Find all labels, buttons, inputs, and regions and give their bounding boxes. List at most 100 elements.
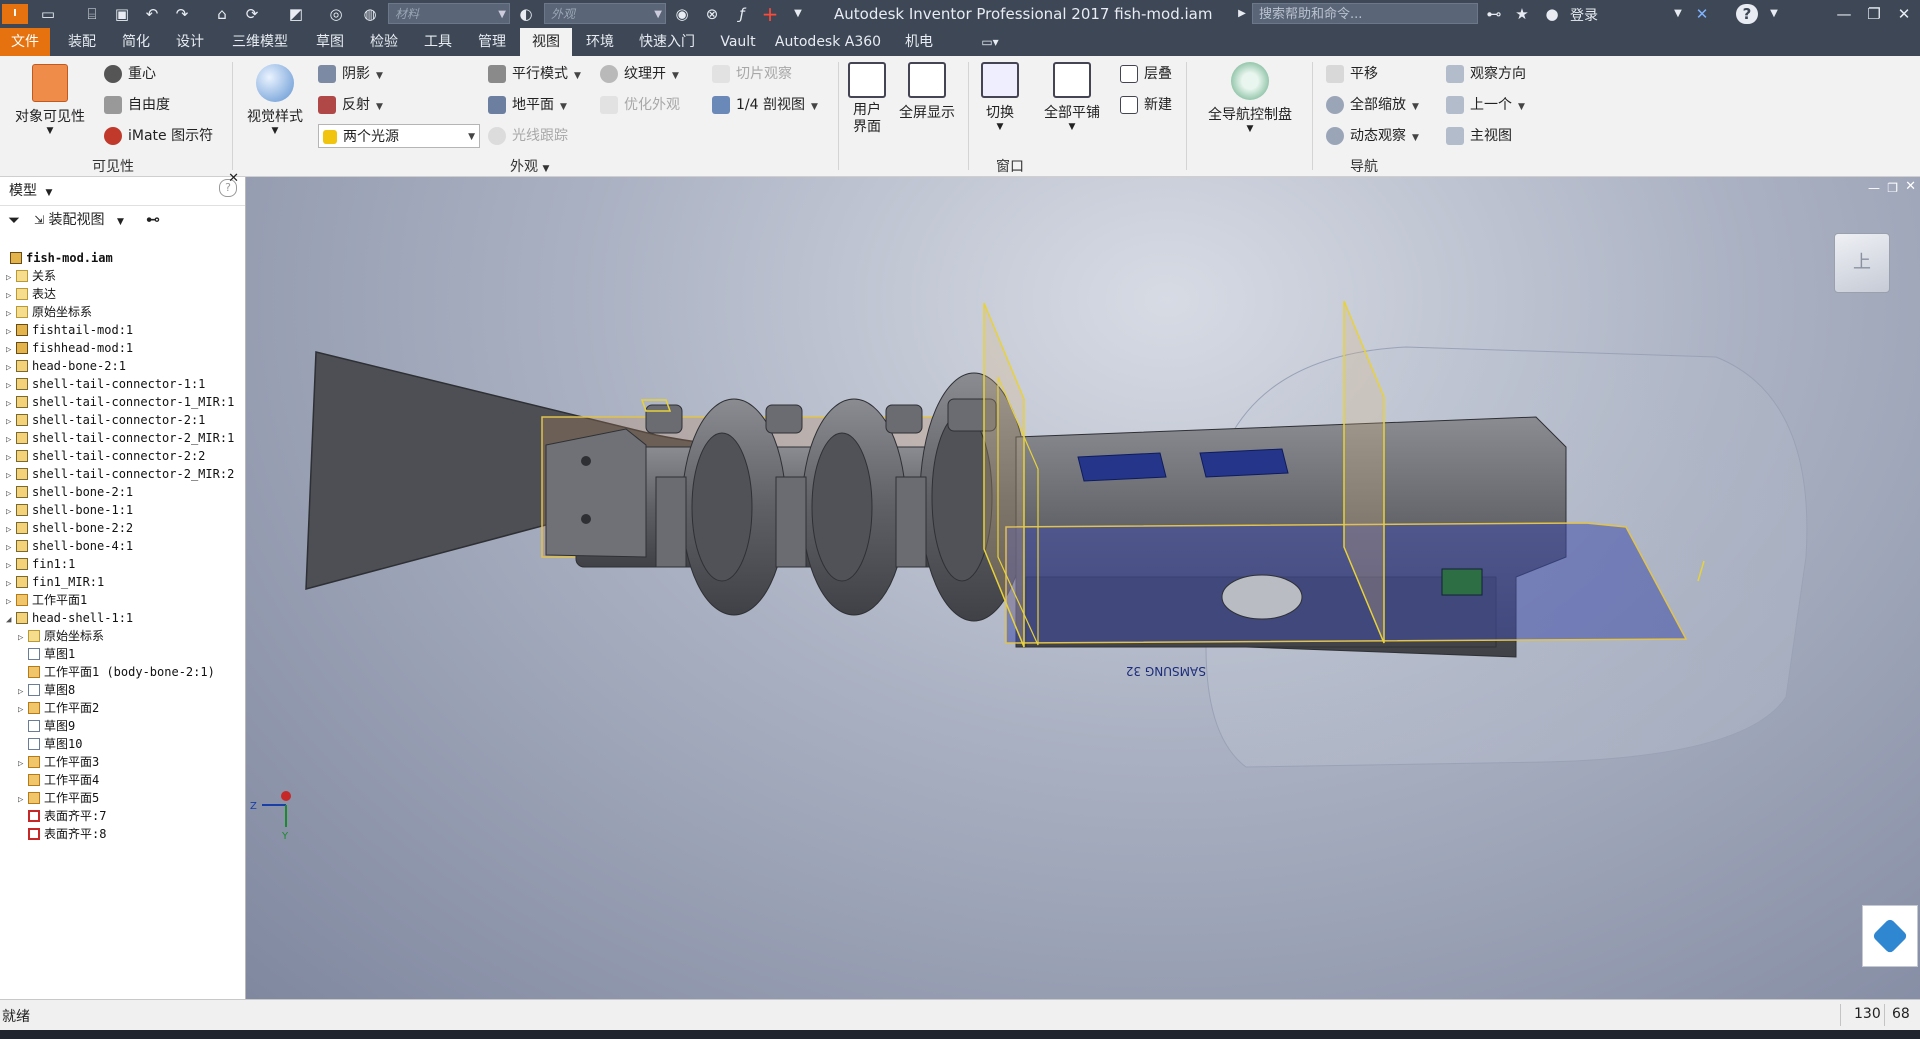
binoculars-icon[interactable]: ⊷	[1484, 4, 1504, 24]
measure-icon[interactable]: ◎	[326, 4, 346, 24]
tree-item[interactable]: ▷ fin1_MIR:1	[6, 573, 104, 591]
zoom-all-button[interactable]: 全部缩放 ▼	[1326, 93, 1419, 117]
tree-item[interactable]: ▷ shell-tail-connector-1:1	[6, 375, 205, 393]
update-icon[interactable]: ⟳	[242, 4, 262, 24]
orthographic-button[interactable]: 平行模式 ▼	[488, 62, 581, 86]
tab-file[interactable]: 文件	[0, 28, 50, 56]
tree-item[interactable]: 草图9	[18, 717, 75, 735]
quarter-section-button[interactable]: 1/4 剖视图 ▼	[712, 93, 818, 117]
help-dropdown-icon[interactable]: ▼	[1764, 4, 1784, 24]
user-icon[interactable]: ●	[1542, 4, 1562, 24]
open-file-icon[interactable]: ⌸	[82, 4, 102, 24]
material-combo[interactable]: 材料 ▼	[388, 3, 510, 24]
lighting-style-select[interactable]: 两个光源 ▼	[318, 124, 480, 148]
tree-item[interactable]: ▷ 原始坐标系	[6, 303, 92, 321]
viewport-minimize-icon[interactable]: —	[1868, 181, 1880, 195]
optimize-appearance-button[interactable]: 优化外观	[600, 93, 680, 117]
tab-simplify[interactable]: 简化	[110, 28, 162, 56]
tree-item[interactable]: ▷ 关系	[6, 267, 56, 285]
restore-icon[interactable]: ❐	[1860, 2, 1888, 26]
chevron-down-icon[interactable]: ▼	[45, 188, 52, 198]
tree-item[interactable]: 表面齐平:7	[18, 807, 106, 825]
look-at-button[interactable]: 观察方向	[1446, 62, 1526, 86]
tree-item[interactable]: ▷ shell-tail-connector-2_MIR:2	[6, 465, 234, 483]
tree-item[interactable]: 工作平面1 (body-bone-2:1)	[18, 663, 215, 681]
degrees-of-freedom-button[interactable]: 自由度	[104, 93, 170, 117]
tree-item[interactable]: ▷ shell-tail-connector-2_MIR:1	[6, 429, 234, 447]
tab-get-started[interactable]: 快速入门	[630, 28, 704, 56]
redo-icon[interactable]: ↷	[172, 4, 192, 24]
tab-manage[interactable]: 管理	[466, 28, 518, 56]
app-logo-icon[interactable]: I	[2, 4, 28, 24]
clear-appearance-icon[interactable]: ⊗	[702, 4, 722, 24]
tab-3d-model[interactable]: 三维模型	[220, 28, 300, 56]
home-view-button[interactable]: 主视图	[1446, 124, 1512, 148]
tree-item[interactable]: ▷ head-bone-2:1	[6, 357, 126, 375]
full-navigation-wheel-button[interactable]: 全导航控制盘 ▼	[1196, 62, 1304, 134]
tree-item[interactable]: ▷ shell-bone-1:1	[6, 501, 133, 519]
switch-button[interactable]: 切换 ▼	[972, 62, 1028, 132]
tree-item[interactable]: 工作平面4	[18, 771, 99, 789]
tree-item[interactable]: ▷ 工作平面5	[18, 789, 99, 807]
model-canvas[interactable]: SAMSUNG 32 Z Y	[246, 177, 1920, 999]
minimize-icon[interactable]: —	[1830, 2, 1858, 26]
undo-icon[interactable]: ↶	[142, 4, 162, 24]
tree-item[interactable]: ▷ shell-tail-connector-2:2	[6, 447, 205, 465]
previous-view-button[interactable]: 上一个 ▼	[1446, 93, 1525, 117]
tree-item[interactable]: ◢ head-shell-1:1	[6, 609, 133, 627]
browser-close-icon[interactable]: ✕	[228, 165, 239, 193]
tree-item[interactable]: ▷ shell-tail-connector-1_MIR:1	[6, 393, 234, 411]
find-binoculars-icon[interactable]: ⊷	[146, 206, 160, 234]
tab-design[interactable]: 设计	[164, 28, 216, 56]
assembly-view-select[interactable]: ⇲ 装配视图 ▼	[34, 206, 124, 236]
cascade-button[interactable]: 层叠	[1120, 62, 1172, 86]
pcb-board[interactable]	[1077, 452, 1167, 482]
browser-title[interactable]: 模型	[9, 183, 37, 199]
viewport-close-icon[interactable]: ✕	[1905, 179, 1916, 194]
tab-sketch[interactable]: 草图	[304, 28, 356, 56]
tree-item[interactable]: ▷ shell-tail-connector-2:1	[6, 411, 205, 429]
tab-inspect[interactable]: 检验	[358, 28, 410, 56]
ray-tracing-button[interactable]: 光线跟踪	[488, 124, 568, 148]
object-visibility-button[interactable]: 对象可见性 ▼	[8, 64, 92, 136]
tree-item[interactable]: 表面齐平:8	[18, 825, 106, 843]
filter-icon[interactable]: ⏷	[8, 206, 20, 234]
sensor-board[interactable]	[1441, 568, 1483, 596]
save-icon[interactable]: ▣	[112, 4, 132, 24]
tree-item[interactable]: ▷ 工作平面3	[18, 753, 99, 771]
tab-tools[interactable]: 工具	[412, 28, 464, 56]
tree-item[interactable]: ▷ shell-bone-2:1	[6, 483, 133, 501]
favorites-star-icon[interactable]: ★	[1512, 4, 1532, 24]
tree-item[interactable]: ▷ fin1:1	[6, 555, 75, 573]
home-icon[interactable]: ⌂	[212, 4, 232, 24]
center-of-gravity-button[interactable]: 重心	[104, 62, 156, 86]
ribbon-display-toggle[interactable]: ▭▾	[970, 28, 1010, 56]
login-dropdown-icon[interactable]: ▼	[1668, 4, 1688, 24]
appearance-combo[interactable]: 外观 ▼	[544, 3, 666, 24]
pan-button[interactable]: 平移	[1326, 62, 1378, 86]
exchange-icon[interactable]: ✕	[1692, 4, 1712, 24]
tree-item[interactable]: ▷ shell-bone-2:2	[6, 519, 133, 537]
customize-qat-icon[interactable]: ▼	[788, 4, 808, 24]
tree-item[interactable]: ▷ 工作平面1	[6, 591, 87, 609]
title-expand-icon[interactable]: ▶	[1232, 4, 1252, 24]
graphics-window[interactable]: SAMSUNG 32 Z Y — ❐ ✕ 上	[246, 177, 1920, 999]
select-icon[interactable]: ◩	[286, 4, 306, 24]
login-link[interactable]: 登录	[1570, 5, 1598, 25]
user-interface-button[interactable]: 用户 界面	[842, 62, 892, 136]
help-icon[interactable]: ?	[1736, 4, 1758, 24]
imate-glyph-button[interactable]: iMate 图示符	[104, 124, 213, 148]
tree-item[interactable]: ▷ 原始坐标系	[18, 627, 104, 645]
tab-environments[interactable]: 环境	[574, 28, 626, 56]
tree-item[interactable]: 草图1	[18, 645, 75, 663]
tree-item[interactable]: 草图10	[18, 735, 82, 753]
camera-module[interactable]	[1221, 574, 1303, 620]
tree-item[interactable]: ▷ 草图8	[18, 681, 75, 699]
help-search-input[interactable]: 搜索帮助和命令...	[1252, 3, 1478, 24]
pcb-board[interactable]	[1199, 448, 1289, 478]
tree-item[interactable]: ▷ 工作平面2	[18, 699, 99, 717]
appearance-icon[interactable]: ◐	[516, 4, 536, 24]
parameters-icon[interactable]: ƒ	[732, 4, 752, 24]
shadows-button[interactable]: 阴影 ▼	[318, 62, 383, 86]
tail-connector[interactable]	[545, 428, 647, 558]
